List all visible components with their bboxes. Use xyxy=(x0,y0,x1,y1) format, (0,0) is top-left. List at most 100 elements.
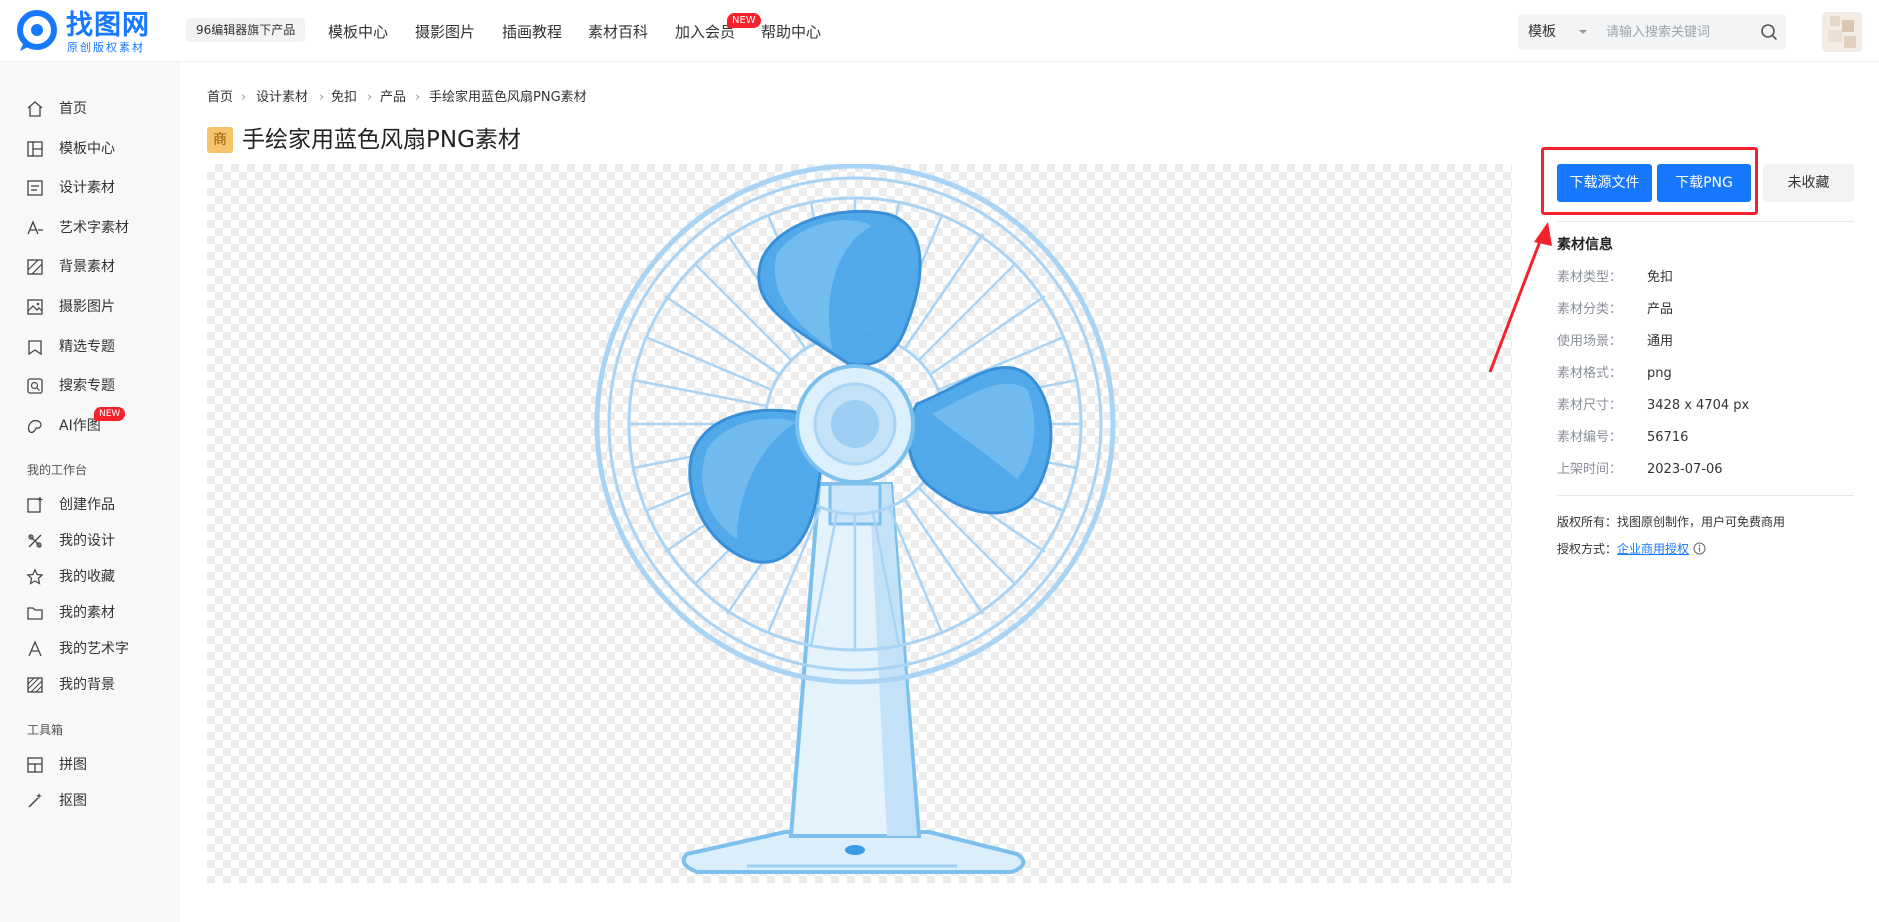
sidebar-item-label: 我的素材 xyxy=(59,605,115,621)
nav-template-center[interactable]: 模板中心 xyxy=(328,21,388,43)
sidebar-item-my-materials[interactable]: 我的素材 xyxy=(24,601,164,625)
background-icon xyxy=(27,259,43,275)
nav-material-wiki[interactable]: 素材百科 xyxy=(588,21,648,43)
sidebar-item-label: 拼图 xyxy=(59,757,87,773)
nav-help-center[interactable]: 帮助中心 xyxy=(761,21,821,43)
breadcrumb-item[interactable]: 免扣 xyxy=(331,88,357,108)
sidebar-item-my-art-text[interactable]: 我的艺术字 xyxy=(24,637,164,661)
sidebar-item-label: 背景素材 xyxy=(59,259,115,275)
my-design-icon xyxy=(28,534,42,548)
info-value: 通用 xyxy=(1647,334,1674,349)
site-logo[interactable]: 找图网 原创版权素材 xyxy=(16,10,162,54)
info-label: 素材编号： xyxy=(1557,430,1623,445)
product-badge[interactable]: 96编辑器旗下产品 xyxy=(186,18,306,42)
info-section-title: 素材信息 xyxy=(1557,237,1613,253)
info-label: 上架时间： xyxy=(1557,462,1623,477)
sidebar-item-label: 模板中心 xyxy=(59,141,115,157)
info-row-date: 上架时间： 2023-07-06 xyxy=(1557,460,1854,480)
download-png-button[interactable]: 下载PNG xyxy=(1657,164,1751,202)
sidebar-item-my-design[interactable]: 我的设计 xyxy=(24,529,164,553)
sidebar-item-label: 摄影图片 xyxy=(59,299,115,315)
sidebar-item-label: 我的艺术字 xyxy=(59,641,129,657)
nav-photos[interactable]: 摄影图片 xyxy=(415,21,475,43)
sidebar-item-template-center[interactable]: 模板中心 xyxy=(24,137,164,161)
sidebar-item-background[interactable]: 背景素材 xyxy=(24,255,164,279)
copyright-text: 版权所有：找图原创制作，用户可免费商用 xyxy=(1557,515,1786,529)
logo-subtitle: 原创版权素材 xyxy=(67,41,145,54)
download-source-button[interactable]: 下载源文件 xyxy=(1557,164,1652,202)
pattern-icon xyxy=(27,677,43,693)
material-preview[interactable] xyxy=(207,164,1512,883)
sidebar-item-ai-paint[interactable]: AI作图 NEW xyxy=(24,407,164,438)
workspace-section-title: 我的工作台 xyxy=(27,463,88,477)
search-bar: 模板 xyxy=(1518,14,1786,50)
collage-icon xyxy=(27,757,43,773)
user-avatar[interactable] xyxy=(1822,12,1862,52)
logo-icon xyxy=(17,10,57,51)
search-input[interactable] xyxy=(1606,20,1756,44)
sidebar-item-collage[interactable]: 拼图 xyxy=(24,753,164,777)
nav-join-member-label: 加入会员 xyxy=(675,23,736,41)
search-type-select[interactable]: 模板 xyxy=(1528,14,1556,50)
sidebar-item-label: 艺术字素材 xyxy=(59,220,129,236)
license-line: 授权方式：企业商用授权 xyxy=(1557,539,1706,559)
info-row-id: 素材编号： 56716 xyxy=(1557,428,1854,448)
chevron-down-icon[interactable] xyxy=(1574,14,1592,50)
info-row-size: 素材尺寸： 3428 x 4704 px xyxy=(1557,396,1854,416)
sidebar-item-label: 我的设计 xyxy=(59,533,115,549)
sidebar-item-photos[interactable]: 摄影图片 xyxy=(24,295,164,319)
favorite-button[interactable]: 未收藏 xyxy=(1763,164,1854,202)
sidebar-item-create-work[interactable]: 创建作品 xyxy=(24,493,164,517)
chevron-right-icon: › xyxy=(415,90,421,105)
divider xyxy=(1557,221,1854,222)
sidebar-item-label: 精选专题 xyxy=(59,339,115,355)
logo-title: 找图网 xyxy=(66,10,150,41)
sidebar-item-cutout[interactable]: 抠图 xyxy=(24,789,164,813)
red-arrow-annotation xyxy=(1488,222,1552,373)
info-label: 素材分类： xyxy=(1557,302,1623,317)
sidebar-item-my-favorites[interactable]: 我的收藏 xyxy=(24,565,164,589)
info-value: 3428 x 4704 px xyxy=(1647,398,1750,413)
info-value: 产品 xyxy=(1647,302,1674,317)
home-icon xyxy=(27,101,43,117)
sidebar-item-search-topic[interactable]: 搜索专题 xyxy=(24,374,164,398)
info-icon[interactable] xyxy=(1693,542,1706,555)
info-label: 使用场景： xyxy=(1557,334,1623,349)
template-icon xyxy=(27,141,43,157)
design-material-icon xyxy=(27,180,43,196)
sidebar-item-label: 设计素材 xyxy=(59,180,115,196)
top-bar: 找图网 原创版权素材 96编辑器旗下产品 模板中心 摄影图片 插画教程 素材百科… xyxy=(0,0,1879,62)
breadcrumb-item[interactable]: 产品 xyxy=(380,88,406,108)
info-row-category: 素材分类： 产品 xyxy=(1557,300,1854,320)
ai-paint-icon xyxy=(27,419,42,434)
sidebar-item-label: 我的背景 xyxy=(59,677,115,693)
nav-join-member[interactable]: 加入会员 NEW xyxy=(675,13,761,43)
sidebar-item-label: 首页 xyxy=(59,101,87,117)
info-value: 2023-07-06 xyxy=(1647,462,1723,477)
sidebar-item-design-material[interactable]: 设计素材 xyxy=(24,176,164,200)
chevron-right-icon: › xyxy=(319,90,325,105)
sidebar-item-my-background[interactable]: 我的背景 xyxy=(24,673,164,697)
license-label: 授权方式： xyxy=(1557,542,1618,556)
nav-illustration-tutorials[interactable]: 插画教程 xyxy=(502,21,562,43)
sidebar-item-art-text[interactable]: 艺术字素材 xyxy=(24,216,164,240)
sidebar-item-home[interactable]: 首页 xyxy=(24,97,164,121)
page-title: 手绘家用蓝色风扇PNG素材 xyxy=(242,127,521,153)
sidebar-item-label: 抠图 xyxy=(59,793,87,809)
sidebar-item-label: 我的收藏 xyxy=(59,569,115,585)
search-icon[interactable] xyxy=(1760,23,1778,41)
sidebar: 首页 模板中心 设计素材 艺术字素材 背景素材 摄影图片 精选专题 搜索专题 A… xyxy=(0,62,180,922)
info-row-type: 素材类型： 免扣 xyxy=(1557,268,1854,288)
info-value: 免扣 xyxy=(1647,270,1674,285)
sidebar-item-label: 创建作品 xyxy=(59,497,115,513)
license-link[interactable]: 企业商用授权 xyxy=(1617,542,1689,556)
featured-topic-icon xyxy=(28,340,42,356)
breadcrumb-item[interactable]: 首页 xyxy=(207,88,233,108)
sidebar-item-featured-topic[interactable]: 精选专题 xyxy=(24,335,164,359)
tools-section-title: 工具箱 xyxy=(27,723,64,737)
info-row-scene: 使用场景： 通用 xyxy=(1557,332,1854,352)
commercial-tag: 商 xyxy=(207,127,233,153)
info-label: 素材尺寸： xyxy=(1557,398,1623,413)
info-row-format: 素材格式： png xyxy=(1557,364,1854,384)
breadcrumb-item[interactable]: 设计素材 xyxy=(256,88,308,108)
